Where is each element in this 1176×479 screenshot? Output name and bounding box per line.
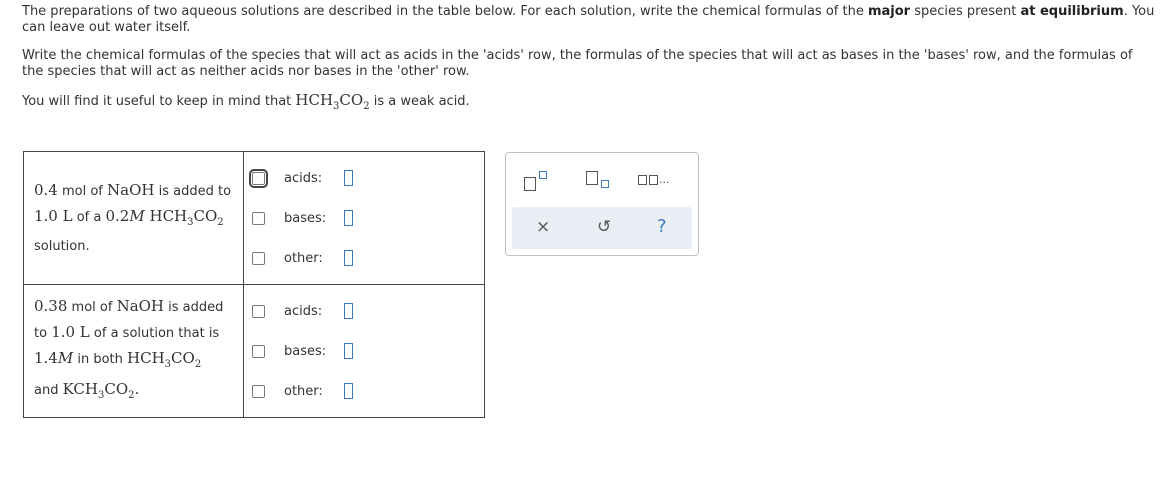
- answer-palette: ... × ↺ ?: [505, 152, 699, 256]
- answer-input[interactable]: [344, 303, 353, 319]
- solution-1-row: 0.4 mol of NaOH is added to 1.0 L of a 0…: [23, 151, 485, 285]
- subscript-template-icon[interactable]: [586, 171, 612, 193]
- list-dots: ...: [659, 173, 670, 186]
- solution-2-answers: acids: bases: other:: [243, 284, 485, 418]
- answer-row-bases: bases:: [252, 198, 484, 238]
- instruction-p2: Write the chemical formulas of the speci…: [22, 48, 1133, 79]
- answer-input[interactable]: [344, 250, 353, 266]
- help-icon[interactable]: ?: [657, 217, 667, 237]
- answer-checkbox[interactable]: [252, 211, 265, 225]
- answer-input[interactable]: [344, 170, 353, 186]
- answer-checkbox[interactable]: [249, 168, 268, 188]
- answer-checkbox[interactable]: [252, 344, 265, 358]
- row-label: acids:: [284, 303, 323, 319]
- palette-templates: ...: [506, 153, 698, 205]
- solution-1-answers: acids: bases: other:: [243, 151, 485, 285]
- row-label: bases:: [284, 343, 327, 359]
- list-template-icon[interactable]: ...: [638, 173, 678, 189]
- answer-input[interactable]: [344, 383, 353, 399]
- answer-input[interactable]: [344, 210, 353, 226]
- superscript-template-icon[interactable]: [524, 171, 550, 193]
- answer-input[interactable]: [344, 343, 353, 359]
- solutions-table: 0.4 mol of NaOH is added to 1.0 L of a 0…: [23, 151, 485, 418]
- solution-2-row: 0.38 mol of NaOH is added to 1.0 L of a …: [23, 284, 485, 418]
- answer-row-other: other:: [252, 238, 484, 278]
- row-label: other:: [284, 250, 323, 266]
- answer-checkbox[interactable]: [252, 384, 265, 398]
- answer-row-acids: acids:: [249, 158, 484, 198]
- palette-tools: × ↺ ?: [512, 207, 692, 249]
- answer-row-bases: bases:: [252, 331, 484, 371]
- instruction-p1: The preparations of two aqueous solution…: [22, 4, 1155, 35]
- row-label: acids:: [284, 170, 323, 186]
- instruction-p3: You will find it useful to keep in mind …: [22, 91, 470, 112]
- instructions: The preparations of two aqueous solution…: [22, 4, 1157, 115]
- solution-2-description: 0.38 mol of NaOH is added to 1.0 L of a …: [23, 284, 244, 418]
- undo-icon[interactable]: ↺: [597, 217, 611, 237]
- answer-checkbox[interactable]: [252, 251, 265, 265]
- row-label: other:: [284, 383, 323, 399]
- answer-row-acids: acids:: [252, 291, 484, 331]
- row-label: bases:: [284, 210, 327, 226]
- clear-icon[interactable]: ×: [536, 217, 550, 237]
- answer-row-other: other:: [252, 371, 484, 411]
- answer-checkbox[interactable]: [252, 304, 265, 318]
- solution-1-description: 0.4 mol of NaOH is added to 1.0 L of a 0…: [23, 151, 244, 285]
